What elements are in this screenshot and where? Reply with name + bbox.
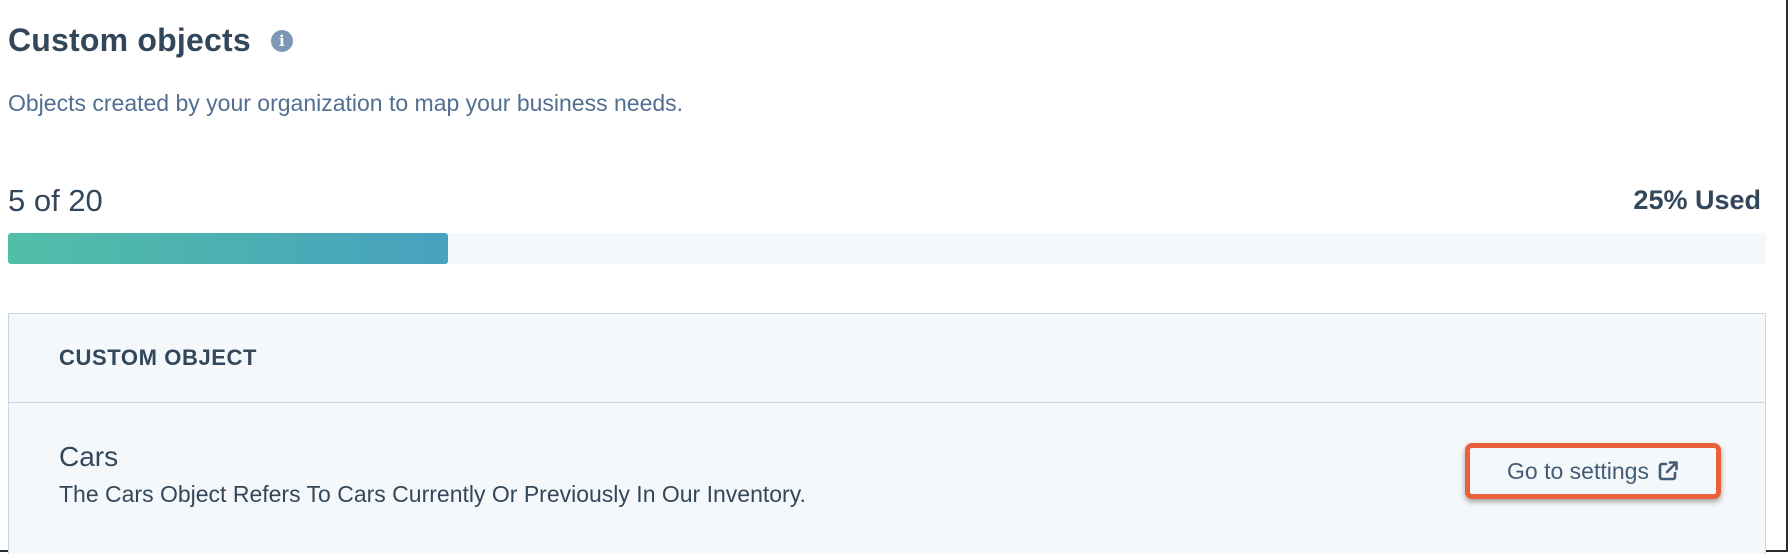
usage-count: 5 of 20 <box>8 183 103 218</box>
object-description: The Cars Object Refers To Cars Currently… <box>59 481 806 507</box>
usage-percent: 25% Used <box>1633 185 1761 215</box>
page-frame: Custom objects i Objects created by your… <box>0 0 1788 554</box>
usage-progress-fill <box>8 233 448 264</box>
object-name[interactable]: Cars <box>59 441 118 473</box>
page-header: Custom objects i <box>8 22 293 59</box>
go-to-settings-label: Go to settings <box>1507 457 1649 484</box>
page-title: Custom objects <box>8 22 251 58</box>
external-link-icon <box>1657 460 1679 482</box>
usage-progress-bar <box>8 233 1766 264</box>
custom-objects-table: CUSTOM OBJECT Cars The Cars Object Refer… <box>8 313 1766 554</box>
table-row: Cars The Cars Object Refers To Cars Curr… <box>9 403 1765 553</box>
table-column-header: CUSTOM OBJECT <box>9 314 1765 403</box>
go-to-settings-button[interactable]: Go to settings <box>1465 443 1721 499</box>
page-description: Objects created by your organization to … <box>8 90 684 116</box>
info-icon[interactable]: i <box>270 29 293 52</box>
go-to-settings-link[interactable]: Go to settings <box>1507 458 1679 485</box>
